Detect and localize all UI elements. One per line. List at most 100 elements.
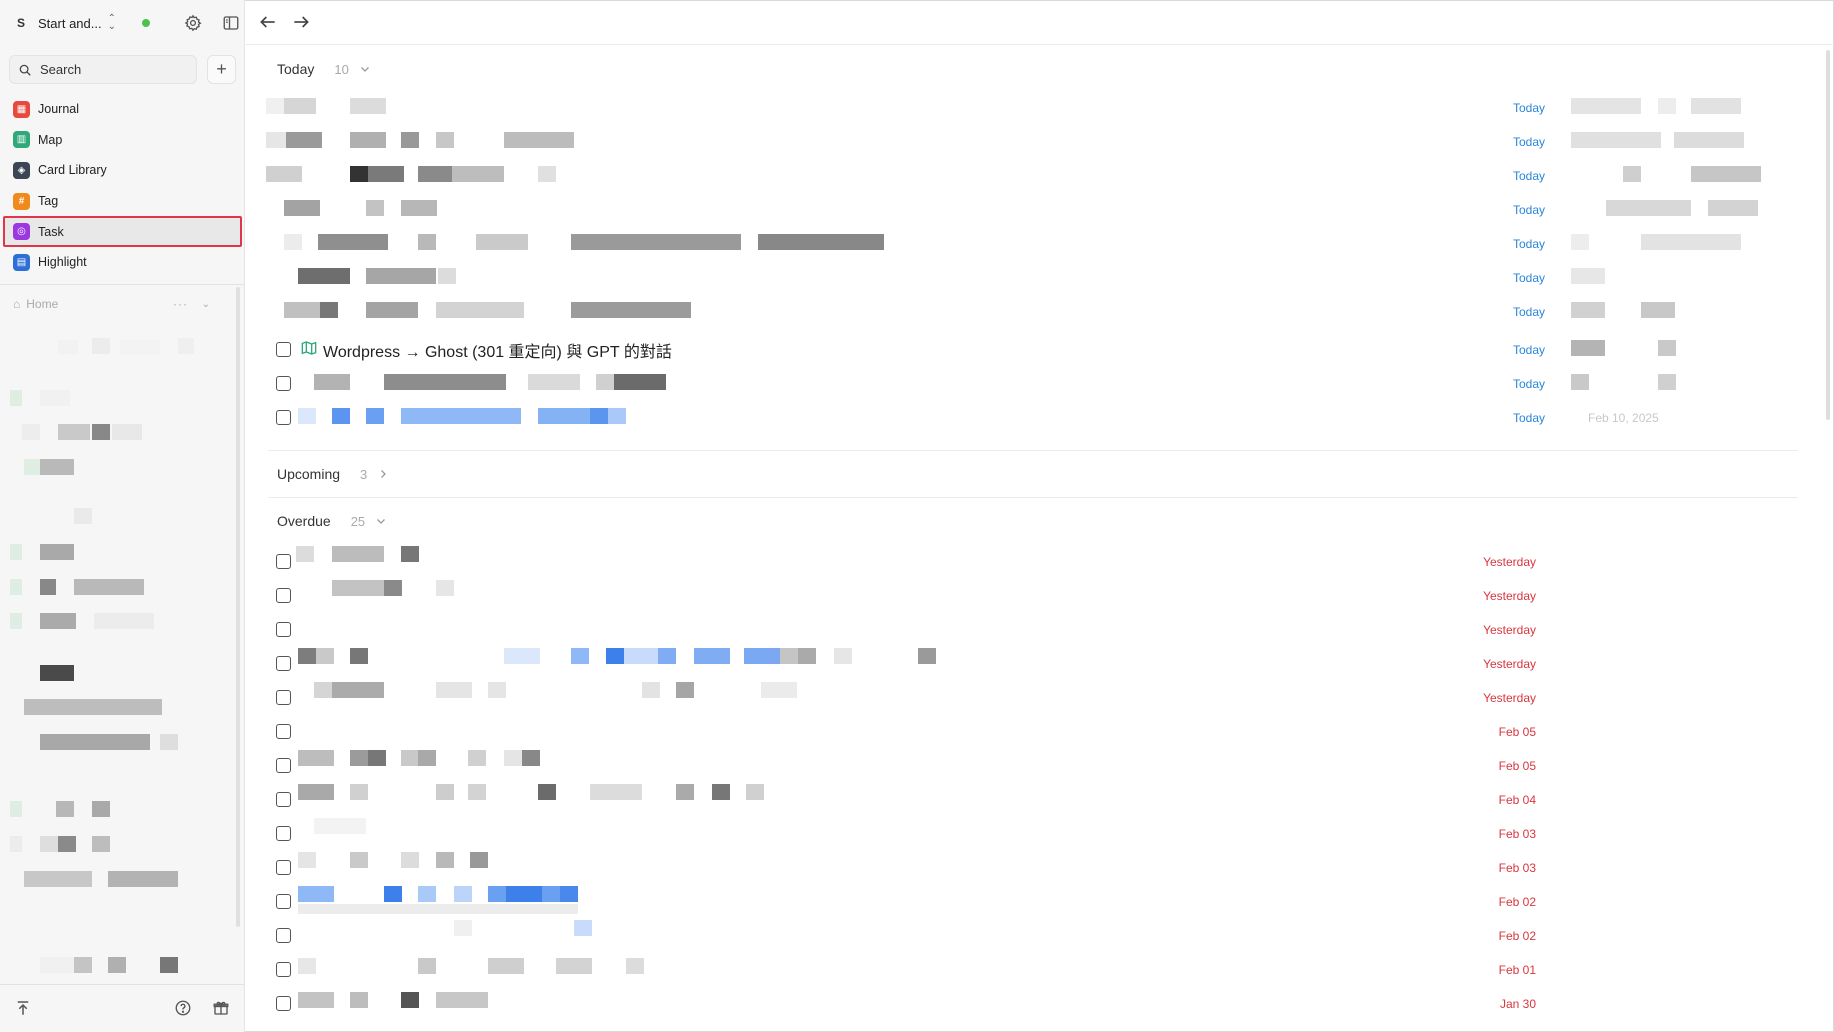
- task-row[interactable]: Today: [246, 126, 1786, 156]
- due-date: Feb 01: [1498, 963, 1536, 977]
- task-row[interactable]: Yesterday: [246, 580, 1786, 610]
- task-checkbox[interactable]: [276, 792, 291, 807]
- task-row[interactable]: Yesterday: [246, 682, 1786, 712]
- section-header-overdue[interactable]: Overdue 25: [277, 511, 387, 531]
- search-input[interactable]: Search: [9, 55, 197, 84]
- task-row[interactable]: Yesterday: [246, 614, 1786, 644]
- task-checkbox[interactable]: [276, 928, 291, 943]
- due-date: Yesterday: [1483, 555, 1536, 569]
- task-row[interactable]: Today: [246, 194, 1786, 224]
- task-row[interactable]: Feb 03: [246, 818, 1786, 848]
- task-row[interactable]: Feb 01: [246, 954, 1786, 984]
- search-icon: [19, 64, 31, 76]
- more-options-icon[interactable]: ···: [173, 297, 188, 311]
- task-checkbox[interactable]: [276, 860, 291, 875]
- due-date: Today: [1512, 343, 1545, 357]
- task-row[interactable]: Today: [246, 262, 1786, 292]
- task-checkbox[interactable]: [276, 826, 291, 841]
- gear-icon[interactable]: [184, 14, 202, 32]
- task-row[interactable]: Feb 02: [246, 920, 1786, 950]
- task-title[interactable]: Wordpress → Ghost (301 重定向) 與 GPT 的對話: [323, 338, 672, 362]
- task-checkbox[interactable]: [276, 622, 291, 637]
- task-row[interactable]: Yesterday: [246, 546, 1786, 576]
- task-row[interactable]: Feb 05: [246, 716, 1786, 746]
- map-icon: [301, 341, 317, 355]
- chevron-right-icon[interactable]: [377, 468, 389, 480]
- task-row[interactable]: Feb 02: [246, 886, 1786, 916]
- task-checkbox[interactable]: [276, 724, 291, 739]
- sidebar-item-label: Map: [38, 132, 63, 147]
- task-checkbox[interactable]: [276, 376, 291, 391]
- due-date: Today: [1512, 305, 1545, 319]
- home-section-header[interactable]: ⌂ Home ··· ⌄: [13, 294, 232, 314]
- task-row[interactable]: Feb 05: [246, 750, 1786, 780]
- task-row[interactable]: Today: [246, 228, 1786, 258]
- sidebar-item-label: Tag: [38, 194, 59, 209]
- task-row[interactable]: Today: [246, 92, 1786, 122]
- task-row[interactable]: Today: [246, 296, 1786, 326]
- highlight-icon: ▤: [13, 253, 30, 271]
- task-checkbox[interactable]: [276, 962, 291, 977]
- due-date: Today: [1512, 271, 1545, 285]
- task-checkbox[interactable]: [276, 588, 291, 603]
- section-count: 3: [360, 466, 368, 482]
- section-header-upcoming[interactable]: Upcoming 3: [277, 464, 389, 484]
- map-icon: ▥: [13, 131, 30, 149]
- task-checkbox[interactable]: [276, 690, 291, 705]
- task-checkbox[interactable]: [276, 410, 291, 425]
- task-row[interactable]: Jan 30: [246, 988, 1786, 1018]
- due-date: Yesterday: [1483, 623, 1536, 637]
- task-row[interactable]: Wordpress → Ghost (301 重定向) 與 GPT 的對話 To…: [246, 334, 1786, 364]
- gift-icon[interactable]: [212, 999, 230, 1017]
- add-button[interactable]: +: [207, 55, 236, 84]
- section-divider: [268, 497, 1798, 498]
- task-row[interactable]: Today: [246, 160, 1786, 190]
- main-scrollbar[interactable]: [1826, 50, 1830, 420]
- workspace-switcher[interactable]: S Start and... ⌃ ⌄: [12, 8, 239, 38]
- task-row[interactable]: Feb 04: [246, 784, 1786, 814]
- section-count: 10: [334, 61, 349, 77]
- sidebar-item-highlight[interactable]: ▤ Highlight: [0, 247, 245, 278]
- due-date: Yesterday: [1483, 589, 1536, 603]
- forward-arrow-icon[interactable]: [291, 12, 311, 32]
- chevron-down-icon[interactable]: [375, 515, 387, 527]
- collapse-to-top-icon[interactable]: [14, 999, 32, 1017]
- task-checkbox[interactable]: [276, 342, 291, 357]
- sidebar-item-tag[interactable]: # Tag: [0, 186, 245, 217]
- task-checkbox[interactable]: [276, 554, 291, 569]
- sidebar-item-map[interactable]: ▥ Map: [0, 125, 245, 156]
- task-checkbox[interactable]: [276, 996, 291, 1011]
- chevron-down-icon[interactable]: ⌄: [202, 299, 210, 310]
- section-count: 25: [350, 513, 366, 529]
- due-date: Feb 02: [1498, 895, 1536, 909]
- task-row[interactable]: Today Feb 10, 2025: [246, 402, 1786, 432]
- back-arrow-icon[interactable]: [258, 12, 278, 32]
- task-row[interactable]: Today: [246, 368, 1786, 398]
- task-checkbox[interactable]: [276, 656, 291, 671]
- due-date: Feb 05: [1498, 759, 1536, 773]
- due-date: Feb 04: [1498, 793, 1536, 807]
- task-checkbox[interactable]: [276, 894, 291, 909]
- due-date: Feb 03: [1498, 861, 1536, 875]
- top-toolbar: [246, 0, 1834, 45]
- due-date: Today: [1512, 377, 1545, 391]
- main-panel: Today 10 Today Today Today Today Today T…: [246, 0, 1834, 1032]
- toggle-sidebar-icon[interactable]: [222, 14, 240, 32]
- sidebar-scrollbar[interactable]: [236, 287, 240, 927]
- task-row[interactable]: Yesterday: [246, 648, 1786, 678]
- help-icon[interactable]: [174, 999, 192, 1017]
- task-row[interactable]: Feb 03: [246, 852, 1786, 882]
- sidebar-item-card-library[interactable]: ◈ Card Library: [0, 155, 245, 186]
- sidebar-divider: [0, 284, 245, 285]
- due-date: Yesterday: [1483, 691, 1536, 705]
- ghost-date: Feb 10, 2025: [1588, 411, 1659, 425]
- sidebar-item-journal[interactable]: ▦ Journal: [0, 94, 245, 125]
- section-header-today[interactable]: Today 10: [277, 59, 371, 79]
- task-checkbox[interactable]: [276, 758, 291, 773]
- sidebar-item-task[interactable]: ◎ Task: [3, 216, 242, 247]
- home-label: Home: [26, 297, 59, 311]
- home-icon: ⌂: [13, 297, 21, 311]
- sync-status-dot: [142, 19, 150, 27]
- chevron-down-icon[interactable]: [359, 63, 371, 75]
- due-date: Feb 02: [1498, 929, 1536, 943]
